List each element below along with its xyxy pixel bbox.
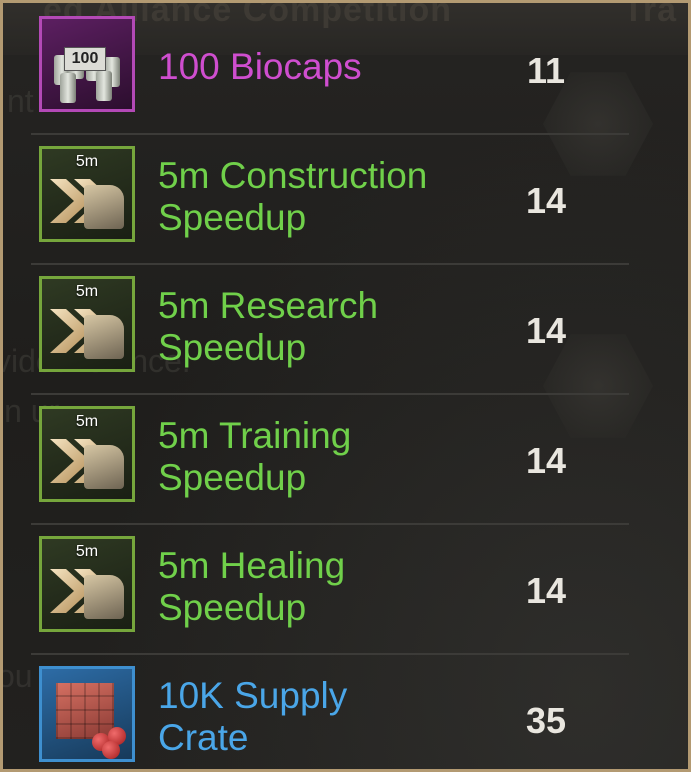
reward-name: 5m Research Speedup	[158, 285, 378, 369]
reward-name-line: 10K Supply	[158, 675, 348, 716]
reward-row-training-speedup: 5m 5m Training Speedup 14	[31, 393, 629, 525]
reward-name: 5m Construction Speedup	[158, 155, 427, 239]
reward-row-healing-speedup: 5m 5m Healing Speedup 14	[31, 523, 629, 655]
reward-row-biocaps: 100 100 Biocaps 11	[31, 3, 629, 135]
reward-name: 100 Biocaps	[158, 46, 362, 87]
reward-list-panel: ed Alliance Competition Tra nt vided is …	[0, 0, 691, 772]
training-speedup-icon: 5m	[39, 406, 135, 502]
biocaps-icon: 100	[39, 16, 135, 112]
crane-icon	[84, 185, 124, 229]
duration-badge: 5m	[75, 153, 99, 170]
reward-name-line: 5m Research	[158, 285, 379, 326]
reward-name-line: Speedup	[158, 197, 307, 238]
reward-name-line: Crate	[158, 717, 249, 758]
research-speedup-icon: 5m	[39, 276, 135, 372]
reward-name-line: Speedup	[158, 587, 307, 628]
reward-name-line: Speedup	[158, 327, 307, 368]
reward-name: 5m Healing Speedup	[158, 545, 345, 629]
reward-row-construction-speedup: 5m 5m Construction Speedup 14	[31, 133, 629, 265]
medical-kit-icon	[84, 575, 124, 619]
reward-row-supply-crate: 10K Supply Crate 35	[31, 653, 629, 769]
reward-quantity: 14	[525, 180, 567, 221]
duration-badge: 5m	[75, 283, 99, 300]
duration-badge: 5m	[75, 543, 99, 560]
background-tab: Tra	[623, 0, 678, 29]
reward-name-line: 5m Construction	[158, 155, 428, 196]
soldier-icon	[84, 445, 124, 489]
duration-badge: 5m	[75, 413, 99, 430]
healing-speedup-icon: 5m	[39, 536, 135, 632]
reward-quantity: 14	[525, 570, 567, 611]
reward-row-research-speedup: 5m 5m Research Speedup 14	[31, 263, 629, 395]
reward-quantity: 14	[525, 310, 567, 351]
reward-name-line: 5m Healing	[158, 545, 346, 586]
microscope-icon	[84, 315, 124, 359]
reward-name-line: Speedup	[158, 457, 307, 498]
reward-quantity: 35	[525, 700, 567, 741]
reward-name-line: 5m Training	[158, 415, 352, 456]
supply-crate-icon	[39, 666, 135, 762]
biocaps-icon-label: 100	[64, 47, 106, 71]
reward-quantity: 11	[526, 50, 566, 91]
reward-name: 10K Supply Crate	[158, 675, 347, 759]
background-text: nt	[7, 83, 34, 119]
reward-quantity: 14	[525, 440, 567, 481]
construction-speedup-icon: 5m	[39, 146, 135, 242]
reward-name: 5m Training Speedup	[158, 415, 351, 499]
